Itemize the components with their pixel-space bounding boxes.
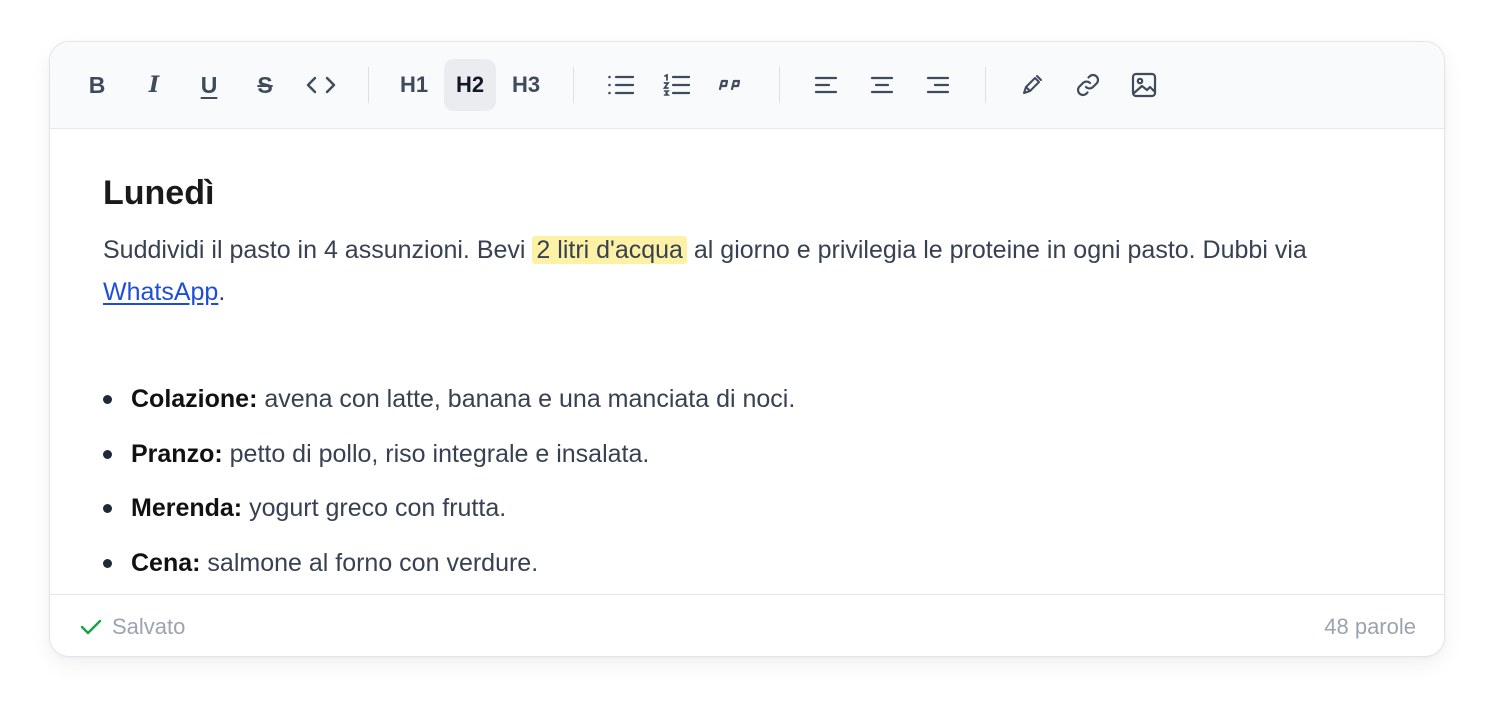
image-button[interactable] [1118, 59, 1170, 111]
image-icon [1131, 72, 1157, 98]
save-status-label: Salvato [112, 614, 186, 639]
align-center-button[interactable] [856, 59, 908, 111]
paragraph-text: . [218, 278, 226, 306]
meal-list: Colazione: avena con latte, banana e una… [103, 378, 795, 596]
toolbar-separator [368, 67, 369, 103]
numbered-list-icon [663, 74, 691, 96]
bullet-list-button[interactable] [595, 59, 647, 111]
underline-label: U [200, 71, 218, 98]
list-item: Pranzo: petto di pollo, riso integrale e… [103, 433, 795, 488]
strikethrough-button[interactable]: S [239, 59, 291, 111]
meal-text: petto di pollo, riso integrale e insalat… [222, 439, 650, 468]
align-left-button[interactable] [800, 59, 852, 111]
list-item: Colazione: avena con latte, banana e una… [103, 378, 795, 433]
meal-text: yogurt greco con frutta. [242, 494, 507, 522]
editor-footer: Salvato 48 parole [50, 594, 1444, 656]
meal-label: Cena: [131, 548, 201, 577]
toolbar-separator [985, 67, 986, 103]
underline-button[interactable]: U [183, 59, 235, 111]
rich-text-editor: B I U S H1 H2 H3 Lunedì Suddividi il pas… [49, 41, 1445, 657]
highlighted-text: 2 litri d'acqua [532, 236, 687, 264]
paragraph-text: al giorno e privilegia le proteine in og… [686, 236, 1307, 264]
meal-text: salmone al forno con verdure. [200, 548, 539, 577]
h3-label: H3 [511, 72, 541, 97]
italic-label: I [148, 72, 160, 98]
align-center-icon [870, 76, 894, 94]
heading-2-button[interactable]: H2 [444, 59, 496, 111]
code-icon [306, 76, 336, 94]
align-right-icon [926, 76, 950, 94]
bold-label: B [88, 71, 106, 98]
strikethrough-label: S [257, 71, 273, 98]
link-icon [1076, 73, 1100, 97]
paragraph-text: Suddividi il pasto in 4 assunzioni. Bevi [103, 236, 533, 264]
editor-toolbar: B I U S H1 H2 H3 [50, 42, 1444, 129]
whatsapp-link[interactable]: WhatsApp [103, 278, 218, 306]
meal-text: avena con latte, banana e una manciata d… [257, 385, 796, 413]
meal-label: Pranzo: [131, 439, 223, 468]
word-count: 48 parole [1324, 614, 1416, 639]
quote-icon [718, 79, 741, 91]
save-status: Salvato [80, 614, 185, 640]
align-right-button[interactable] [912, 59, 964, 111]
heading-3-button[interactable]: H3 [500, 59, 552, 111]
code-button[interactable] [295, 59, 347, 111]
bold-button[interactable]: B [71, 59, 123, 111]
align-left-icon [814, 76, 838, 94]
quote-button[interactable] [705, 59, 757, 111]
h2-label: H2 [455, 72, 485, 97]
highlighter-icon [1023, 75, 1042, 94]
check-icon [80, 619, 102, 635]
document-paragraph: Suddividi il pasto in 4 assunzioni. Bevi… [103, 229, 1378, 313]
bullet-list-icon [608, 75, 635, 95]
heading-1-button[interactable]: H1 [388, 59, 440, 111]
numbered-list-button[interactable] [651, 59, 703, 111]
list-item: Merenda: yogurt greco con frutta. [103, 487, 795, 542]
meal-label: Colazione: [131, 385, 258, 413]
document-heading: Lunedì [103, 174, 215, 212]
highlight-button[interactable] [1006, 59, 1058, 111]
toolbar-separator [779, 67, 780, 103]
h1-label: H1 [399, 72, 429, 97]
list-item: Cena: salmone al forno con verdure. [103, 542, 795, 597]
italic-button[interactable]: I [128, 59, 180, 111]
link-button[interactable] [1062, 59, 1114, 111]
meal-label: Merenda: [131, 494, 243, 522]
toolbar-separator [573, 67, 574, 103]
